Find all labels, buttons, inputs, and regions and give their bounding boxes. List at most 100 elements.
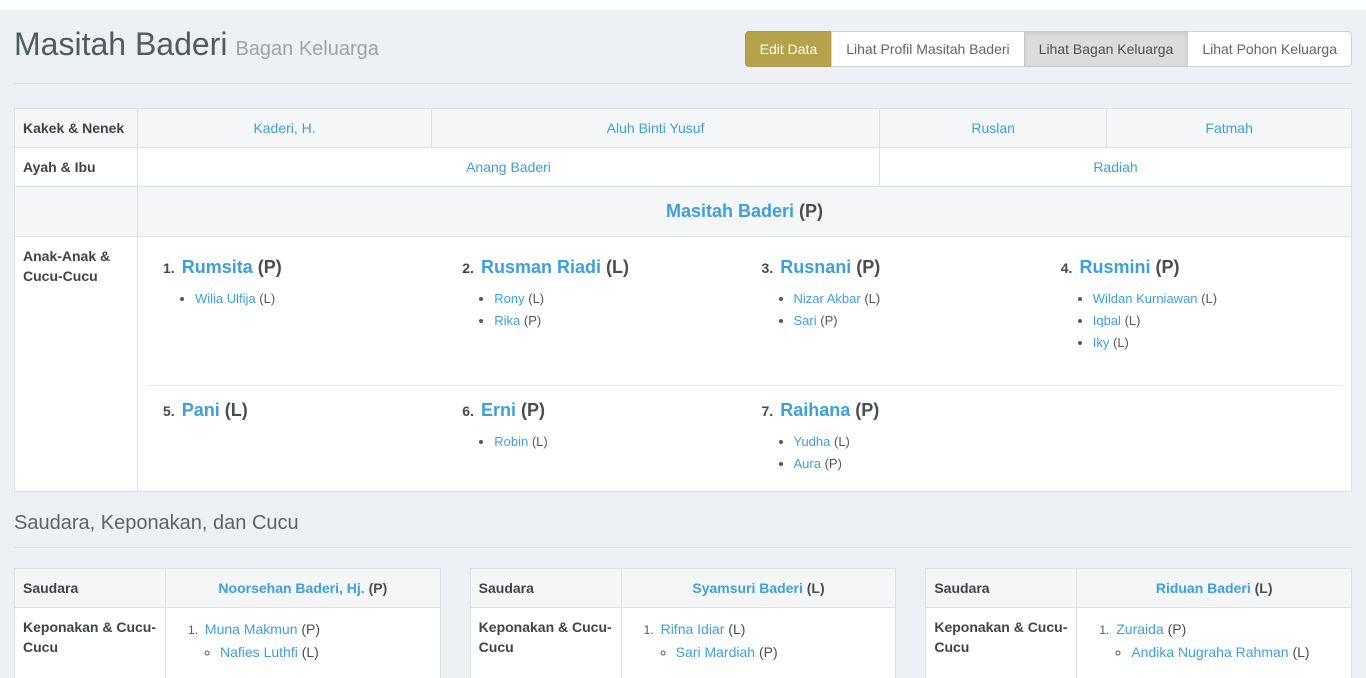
- view-profile-button[interactable]: Lihat Profil Masitah Baderi: [831, 31, 1024, 67]
- grandchild-item: Rika (P): [494, 310, 740, 332]
- grandchild-link[interactable]: Rony: [494, 291, 524, 306]
- grandchild-item: Iky (L): [1093, 332, 1339, 354]
- father-cell: Anang Baderi: [138, 148, 880, 187]
- grandchild-link[interactable]: Yudha: [794, 434, 831, 449]
- nephew-sub-link[interactable]: Nafies Luthfi: [220, 644, 298, 660]
- nephew-sub-item: Andika Nugraha Rahman (L): [1131, 641, 1343, 663]
- grandchildren-list: Wilia Ulfija (L): [163, 288, 441, 310]
- grandparent-link[interactable]: Fatmah: [1205, 120, 1252, 136]
- nephew-sub-item: Nafies Luthfi (L): [220, 641, 432, 663]
- family-chart-table: Kakek & Nenek Kaderi, H. Aluh Binti Yusu…: [14, 108, 1352, 492]
- nephew-link[interactable]: Muna Makmun: [205, 621, 298, 637]
- sibling-name-link[interactable]: Riduan Baderi: [1156, 580, 1251, 596]
- sibling-row-label: Saudara: [926, 569, 1077, 608]
- nephew-sub-link[interactable]: Andika Nugraha Rahman: [1131, 644, 1288, 660]
- grandchild-link[interactable]: Iqbal: [1093, 313, 1121, 328]
- parents-row: Ayah & Ibu Anang Baderi Radiah: [15, 148, 1352, 187]
- grandchild-item: Iqbal (L): [1093, 310, 1339, 332]
- children-grid: 1. Rumsita (P) Wilia Ulfija (L) 2. Rusma…: [146, 245, 1343, 483]
- gender-label: (P): [369, 580, 388, 596]
- gender-label: (L): [259, 291, 275, 306]
- grandparent-link[interactable]: Ruslan: [971, 120, 1015, 136]
- child-item: 3. Rusnani (P) Nizar Akbar (L) Sari (P): [745, 245, 1044, 385]
- page-container: Masitah BaderiBagan Keluarga Edit Data L…: [0, 10, 1366, 678]
- child-name-link[interactable]: Erni: [481, 400, 516, 420]
- nephews-row-label: Keponakan & Cucu-Cucu: [470, 608, 621, 678]
- grandparent-cell: Aluh Binti Yusuf: [432, 109, 880, 148]
- sibling-name-row: Saudara Syamsuri Baderi (L): [470, 569, 896, 608]
- child-number: 5.: [163, 403, 175, 419]
- gender-label: (L): [1113, 335, 1129, 350]
- grandchildren-list: Nizar Akbar (L) Sari (P): [762, 288, 1040, 332]
- nephews-row: Keponakan & Cucu-Cucu 1. Rifna Idiar (L)…: [470, 608, 896, 678]
- sibling-row-label: Saudara: [470, 569, 621, 608]
- nephews-cell: 1. Zuraida (P) Andika Nugraha Rahman (L): [1077, 608, 1352, 678]
- grandchild-link[interactable]: Robin: [494, 434, 528, 449]
- nephew-sub-list: Nafies Luthfi (L): [188, 641, 432, 663]
- person-link[interactable]: Masitah Baderi: [666, 201, 794, 221]
- gender-label: (P): [855, 400, 879, 420]
- grandchild-link[interactable]: Nizar Akbar: [794, 291, 861, 306]
- grandchildren-list: Yudha (L) Aura (P): [762, 431, 1040, 475]
- nephew-number: 1.: [188, 623, 198, 637]
- page-header: Masitah BaderiBagan Keluarga Edit Data L…: [14, 10, 1352, 84]
- child-name-link[interactable]: Rusman Riadi: [481, 257, 601, 277]
- child-name-link[interactable]: Rusmini: [1079, 257, 1150, 277]
- gender-label: (L): [528, 291, 544, 306]
- grandchild-link[interactable]: Wilia Ulfija: [195, 291, 256, 306]
- gender-label: (P): [1155, 257, 1179, 277]
- person-cell: Masitah Baderi (P): [138, 187, 1352, 237]
- nephews-row: Keponakan & Cucu-Cucu 1. Zuraida (P) And…: [926, 608, 1352, 678]
- grandchild-item: Robin (L): [494, 431, 740, 453]
- children-cell: 1. Rumsita (P) Wilia Ulfija (L) 2. Rusma…: [138, 237, 1352, 492]
- grandchild-link[interactable]: Iky: [1093, 335, 1110, 350]
- gender-label: (L): [807, 580, 825, 596]
- view-chart-button[interactable]: Lihat Bagan Keluarga: [1024, 31, 1189, 67]
- child-name-link[interactable]: Pani: [182, 400, 220, 420]
- sibling-name-link[interactable]: Syamsuri Baderi: [692, 580, 803, 596]
- gender-label: (L): [225, 400, 248, 420]
- grandchild-link[interactable]: Sari: [794, 313, 817, 328]
- child-item-empty: [1044, 388, 1343, 483]
- sibling-table: Saudara Riduan Baderi (L) Keponakan & Cu…: [925, 568, 1352, 678]
- sibling-name-link[interactable]: Noorsehan Baderi, Hj.: [218, 580, 364, 596]
- grandchildren-list: Robin (L): [462, 431, 740, 453]
- gender-label: (L): [834, 434, 850, 449]
- gender-label: (P): [856, 257, 880, 277]
- nephew-number: 1.: [1099, 623, 1109, 637]
- grandparent-link[interactable]: Aluh Binti Yusuf: [607, 120, 705, 136]
- gender-label: (L): [302, 644, 319, 660]
- nephew-link[interactable]: Rifna Idiar: [661, 621, 725, 637]
- nephew-sub-item: Sari Mardiah (P): [676, 641, 888, 663]
- nephew-sub-link[interactable]: Sari Mardiah: [676, 644, 755, 660]
- grandparent-link[interactable]: Kaderi, H.: [253, 120, 315, 136]
- sibling-row-label: Saudara: [15, 569, 166, 608]
- father-link[interactable]: Anang Baderi: [466, 159, 551, 175]
- child-name-link[interactable]: Rusnani: [780, 257, 851, 277]
- nephews-row-label: Keponakan & Cucu-Cucu: [15, 608, 166, 678]
- child-item: 4. Rusmini (P) Wildan Kurniawan (L) Iqba…: [1044, 245, 1343, 385]
- grandparent-cell: Fatmah: [1107, 109, 1352, 148]
- mother-link[interactable]: Radiah: [1093, 159, 1137, 175]
- child-number: 4.: [1061, 260, 1073, 276]
- nephew-link[interactable]: Zuraida: [1116, 621, 1163, 637]
- siblings-section-heading: Saudara, Keponakan, dan Cucu: [14, 512, 1352, 548]
- gender-label: (L): [606, 257, 629, 277]
- view-tree-button[interactable]: Lihat Pohon Keluarga: [1187, 31, 1352, 67]
- gender-label: (P): [521, 400, 545, 420]
- nephew-item: 1. Rifna Idiar (L) Sari Mardiah (P): [644, 618, 888, 663]
- grandchild-link[interactable]: Wildan Kurniawan: [1093, 291, 1198, 306]
- child-name-link[interactable]: Rumsita: [182, 257, 253, 277]
- grandchild-link[interactable]: Aura: [794, 456, 821, 471]
- grandparent-cell: Ruslan: [880, 109, 1107, 148]
- gender-label: (P): [820, 313, 837, 328]
- grandchild-link[interactable]: Rika: [494, 313, 520, 328]
- sibling-table: Saudara Syamsuri Baderi (L) Keponakan & …: [470, 568, 897, 678]
- mother-cell: Radiah: [880, 148, 1352, 187]
- edit-data-button[interactable]: Edit Data: [745, 31, 833, 67]
- child-number: 7.: [762, 403, 774, 419]
- child-item: 5. Pani (L): [146, 388, 445, 483]
- gender-label: (L): [1292, 644, 1309, 660]
- child-name-link[interactable]: Raihana: [780, 400, 850, 420]
- grandchildren-list: Wildan Kurniawan (L) Iqbal (L) Iky (L): [1061, 288, 1339, 354]
